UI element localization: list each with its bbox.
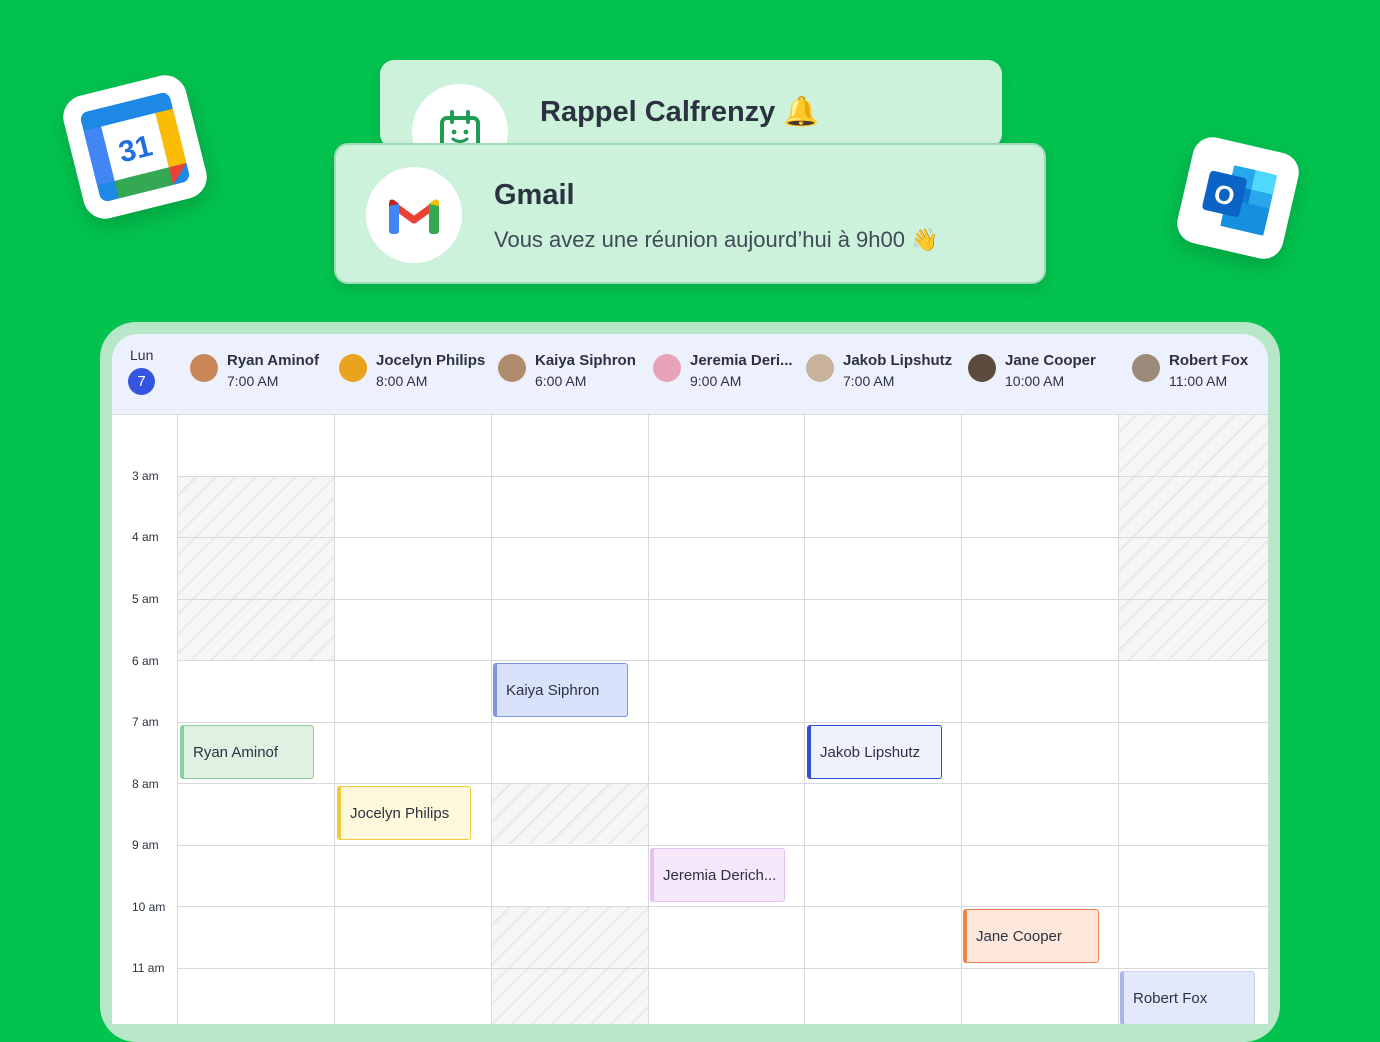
grid-line xyxy=(177,537,1268,538)
gmail-notification[interactable]: Gmail Vous avez une réunion aujourd’hui … xyxy=(334,143,1046,284)
hour-label: 3 am xyxy=(132,469,159,483)
day-number-badge[interactable]: 7 xyxy=(128,368,155,395)
grid-line xyxy=(648,414,649,1024)
grid-line xyxy=(177,476,1268,477)
person-time: 9:00 AM xyxy=(690,373,742,389)
team-calendar: Lun 7 Ryan Aminof 7:00 AM Jocelyn Philip… xyxy=(112,334,1268,1024)
person-time: 11:00 AM xyxy=(1169,373,1228,389)
calfrenzy-logo xyxy=(412,84,508,148)
person-name: Jeremia Deri... xyxy=(690,352,793,369)
grid-line xyxy=(177,783,1268,784)
hour-label: 6 am xyxy=(132,654,159,668)
grid-line xyxy=(177,599,1268,600)
google-calendar-icon: 31 xyxy=(80,92,190,202)
grid-line xyxy=(491,414,492,1024)
day-label: Lun xyxy=(130,347,154,363)
person-name: Jocelyn Philips xyxy=(376,352,486,369)
avatar xyxy=(339,354,367,382)
hour-label: 9 am xyxy=(132,838,159,852)
google-calendar-app-icon[interactable]: 31 xyxy=(58,70,212,224)
person-name: Jakob Lipshutz xyxy=(843,352,953,369)
unavailable-block xyxy=(178,477,334,660)
person-name: Kaiya Siphron xyxy=(535,352,636,369)
grid-line xyxy=(334,414,335,1024)
hour-label: 11 am xyxy=(132,961,165,975)
person-time: 7:00 AM xyxy=(227,373,279,389)
avatar xyxy=(1132,354,1160,382)
person-time: 7:00 AM xyxy=(843,373,895,389)
event-block[interactable]: Jane Cooper xyxy=(963,909,1099,963)
outlook-app-icon[interactable]: O xyxy=(1173,133,1303,263)
notification-title: Rappel Calfrenzy 🔔 xyxy=(540,96,820,128)
hour-label: 5 am xyxy=(132,592,159,606)
event-block[interactable]: Ryan Aminof xyxy=(180,725,314,779)
hour-label: 10 am xyxy=(132,900,166,914)
event-block[interactable]: Jakob Lipshutz xyxy=(807,725,942,779)
event-block[interactable]: Kaiya Siphron xyxy=(493,663,628,717)
grid-line xyxy=(177,414,178,1024)
unavailable-block xyxy=(492,907,648,1024)
calendar-header: Lun 7 Ryan Aminof 7:00 AM Jocelyn Philip… xyxy=(112,334,1268,415)
hour-label: 7 am xyxy=(132,715,159,729)
person-time: 10:00 AM xyxy=(1005,373,1065,389)
grid-line xyxy=(177,968,1268,969)
avatar xyxy=(498,354,526,382)
gmail-logo xyxy=(366,167,462,263)
notification-message: Vous avez une réunion aujourd’hui à 9h00… xyxy=(494,227,939,252)
event-block[interactable]: Jeremia Derich... xyxy=(650,848,785,902)
person-name: Ryan Aminof xyxy=(227,352,319,369)
grid-line xyxy=(177,660,1268,661)
outlook-icon: O xyxy=(1202,165,1278,236)
event-block[interactable]: Jocelyn Philips xyxy=(337,786,471,840)
notification-title: Gmail xyxy=(494,179,575,211)
person-name: Robert Fox xyxy=(1169,352,1249,369)
person-time: 8:00 AM xyxy=(376,373,428,389)
calendar-icon xyxy=(440,110,480,148)
calfrenzy-reminder-notification[interactable]: Rappel Calfrenzy 🔔 xyxy=(380,60,1002,148)
person-time: 6:00 AM xyxy=(535,373,587,389)
grid-line xyxy=(177,906,1268,907)
grid-line xyxy=(177,845,1268,846)
gmail-icon xyxy=(389,199,439,234)
hour-label: 8 am xyxy=(132,777,159,791)
avatar xyxy=(190,354,218,382)
avatar xyxy=(653,354,681,382)
grid-line xyxy=(961,414,962,1024)
event-block[interactable]: Robert Fox xyxy=(1120,971,1255,1024)
avatar xyxy=(806,354,834,382)
avatar xyxy=(968,354,996,382)
grid-line xyxy=(804,414,805,1024)
grid-line xyxy=(177,722,1268,723)
unavailable-block xyxy=(492,784,648,844)
hour-label: 4 am xyxy=(132,530,159,544)
grid-line xyxy=(1118,414,1119,1024)
person-name: Jane Cooper xyxy=(1005,352,1096,369)
